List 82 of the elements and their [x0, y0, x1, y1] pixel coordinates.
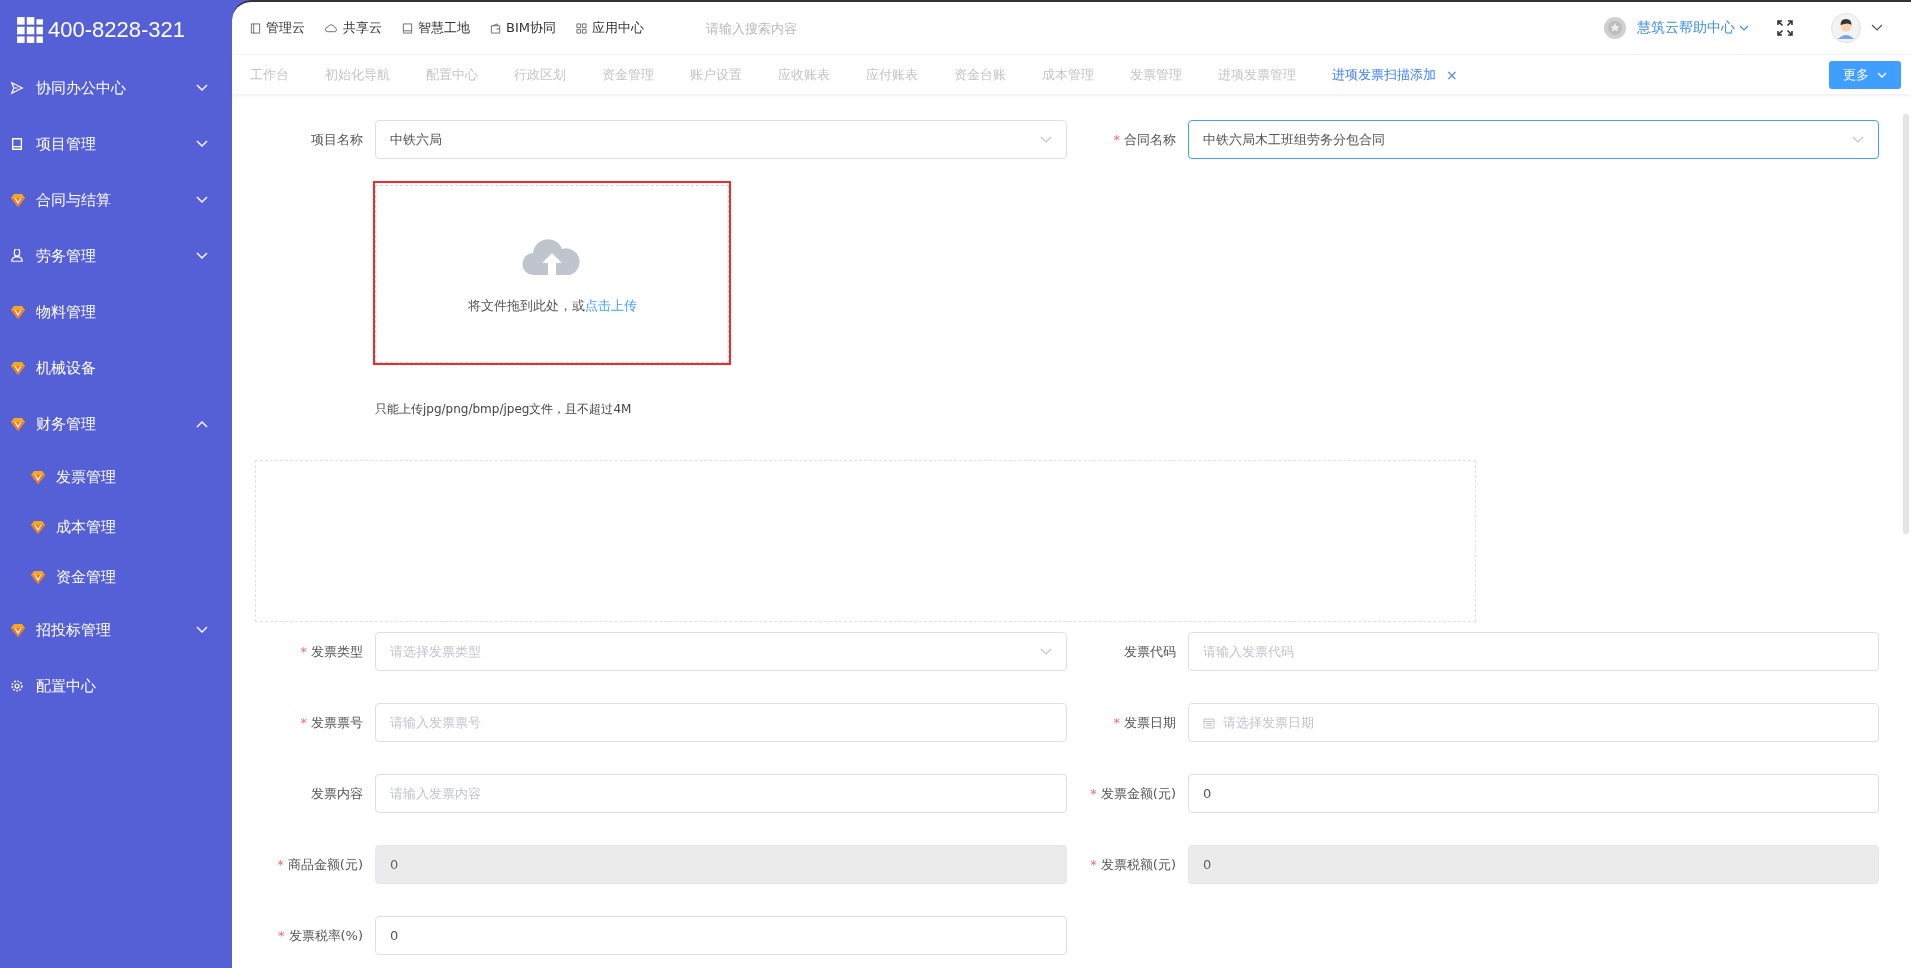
- field-label: * 发票类型: [299, 642, 363, 661]
- sidebar-item[interactable]: 协同办公中心: [0, 60, 232, 116]
- top-nav-item[interactable]: BIM协同: [490, 19, 556, 37]
- field-label: * 发票税率(%): [277, 926, 363, 945]
- sidebar-item-label: 成本管理: [56, 517, 117, 537]
- gem-icon: [10, 192, 26, 208]
- field-label: * 发票票号: [299, 713, 363, 732]
- settings-icon: [10, 679, 24, 693]
- close-icon[interactable]: ×: [1446, 66, 1458, 83]
- sidebar-item-label: 协同办公中心: [36, 78, 127, 98]
- input-field[interactable]: 0: [1188, 774, 1879, 813]
- click-upload-link[interactable]: 点击上传: [584, 298, 637, 313]
- top-nav-item[interactable]: 智慧工地: [402, 19, 470, 37]
- brand-phone: 400-8228-321: [48, 17, 185, 43]
- top-nav-item[interactable]: 共享云: [325, 19, 382, 37]
- sidebar-item[interactable]: 物料管理: [0, 284, 232, 340]
- gem-icon: [10, 304, 26, 320]
- sidebar-item-label: 财务管理: [36, 414, 97, 434]
- sidebar-item-label: 资金管理: [56, 567, 117, 587]
- avatar-icon[interactable]: [1831, 13, 1861, 43]
- top-nav-item[interactable]: 应用中心: [575, 19, 644, 37]
- panel-icon: [250, 22, 261, 34]
- field-label: 发票代码: [1123, 642, 1176, 661]
- chevron-down-icon: [1040, 647, 1052, 656]
- book-icon: [402, 22, 413, 34]
- gem-icon: [30, 469, 46, 485]
- top-nav-item[interactable]: 管理云: [250, 19, 305, 37]
- cloud-icon: [325, 23, 338, 33]
- sidebar-item[interactable]: 劳务管理: [0, 228, 232, 284]
- sidebar-subitem[interactable]: 资金管理: [0, 552, 232, 602]
- select-field[interactable]: 中铁六局木工班组劳务分包合同: [1188, 120, 1879, 159]
- chevron-down-icon: [1877, 71, 1887, 78]
- fullscreen-icon[interactable]: [1777, 20, 1793, 36]
- field-label: 发票内容: [310, 784, 363, 803]
- gem-icon: [10, 622, 26, 638]
- gem-icon: [10, 416, 26, 432]
- sidebar-item-label: 机械设备: [36, 358, 97, 378]
- sidebar-item-label: 合同与结算: [36, 190, 112, 210]
- sidebar-item-label: 发票管理: [56, 467, 117, 487]
- upload-dropzone[interactable]: 将文件拖到此处，或点击上传: [375, 185, 729, 363]
- grid-icon: [575, 22, 587, 34]
- sidebar-subitem[interactable]: 发票管理: [0, 452, 232, 502]
- logo-icon: [16, 16, 44, 44]
- tab[interactable]: 进项发票扫描添加 ×: [1332, 65, 1458, 84]
- field-label: * 发票金额(元): [1089, 784, 1176, 803]
- chevron-down-icon[interactable]: [1871, 24, 1883, 32]
- sidebar-item[interactable]: 合同与结算: [0, 172, 232, 228]
- sidebar-subitem[interactable]: 成本管理: [0, 502, 232, 552]
- sidebar-item[interactable]: 机械设备: [0, 340, 232, 396]
- gem-icon: [10, 360, 26, 376]
- sidebar-item[interactable]: 项目管理: [0, 116, 232, 172]
- gem-icon: [30, 569, 46, 585]
- field-label: * 合同名称: [1112, 130, 1176, 149]
- upload-hint: 只能上传jpg/png/bmp/jpeg文件，且不超过4M: [375, 401, 633, 418]
- sidebar-item-label: 劳务管理: [36, 246, 97, 266]
- user-icon: [10, 249, 24, 263]
- book-icon: [10, 137, 24, 151]
- sidebar-item-label: 项目管理: [36, 134, 97, 154]
- sidebar-item[interactable]: 配置中心: [0, 658, 232, 714]
- send-icon: [10, 81, 24, 95]
- input-field[interactable]: 0: [375, 916, 1067, 955]
- field-label: * 发票日期: [1112, 713, 1176, 732]
- sidebar-item[interactable]: 招投标管理: [0, 602, 232, 658]
- sidebar-item-label: 物料管理: [36, 302, 97, 322]
- calendar-icon: [1203, 716, 1215, 729]
- more-button[interactable]: 更多: [1829, 60, 1901, 89]
- scrollbar[interactable]: [1903, 114, 1909, 534]
- sidebar-item[interactable]: 财务管理: [0, 396, 232, 452]
- help-center-link[interactable]: 慧筑云帮助中心: [1637, 19, 1749, 37]
- select-field[interactable]: 中铁六局: [375, 120, 1067, 159]
- chevron-down-icon: [1739, 25, 1749, 31]
- chevron-down-icon: [1852, 135, 1864, 144]
- sidebar-item-label: 招投标管理: [36, 620, 112, 640]
- badge-icon: [1603, 16, 1627, 40]
- field-label: * 商品金额(元): [276, 855, 363, 874]
- gem-icon: [30, 519, 46, 535]
- sidebar-item-label: 配置中心: [36, 676, 97, 696]
- chevron-down-icon: [1040, 135, 1052, 144]
- field-label: * 发票税额(元): [1089, 855, 1176, 874]
- wallet-icon: [490, 22, 501, 34]
- field-label: 项目名称: [310, 130, 363, 149]
- upload-instruction: 将文件拖到此处，或点击上传: [467, 297, 637, 315]
